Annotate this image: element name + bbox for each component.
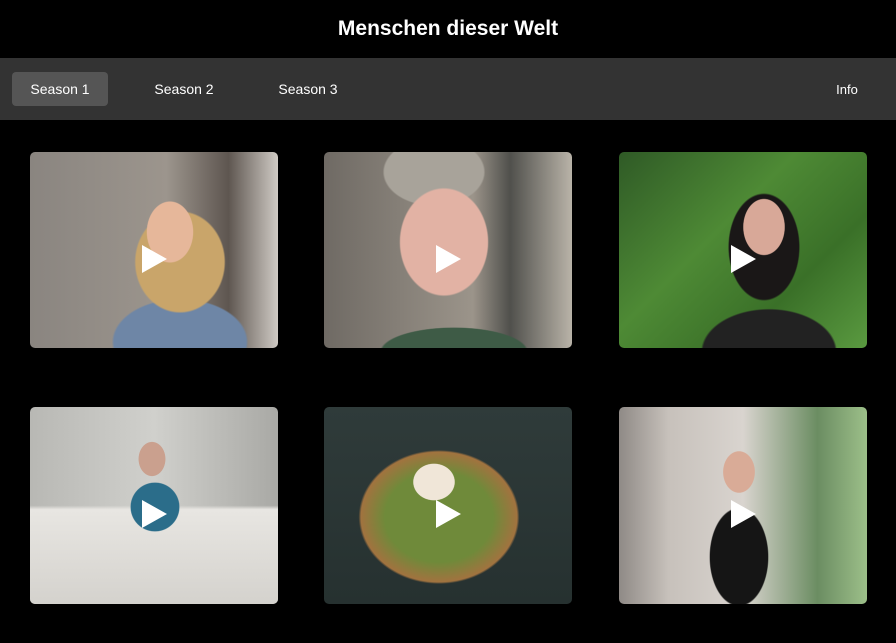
video-card[interactable] <box>30 407 278 604</box>
page-title: Menschen dieser Welt <box>337 17 559 40</box>
video-card[interactable] <box>30 152 278 348</box>
play-icon[interactable] <box>436 245 461 273</box>
play-icon[interactable] <box>731 500 756 528</box>
video-card[interactable] <box>619 407 867 604</box>
season-nav: Season 1 Season 2 Season 3 Info <box>0 58 896 120</box>
play-icon[interactable] <box>142 500 167 528</box>
page-header: Menschen dieser Welt <box>0 0 896 58</box>
video-card[interactable] <box>619 152 867 348</box>
tab-season-3[interactable]: Season 3 <box>264 72 352 106</box>
video-card[interactable] <box>324 407 572 604</box>
tab-season-1[interactable]: Season 1 <box>12 72 108 106</box>
info-link[interactable]: Info <box>822 72 872 106</box>
play-icon[interactable] <box>731 245 756 273</box>
play-icon[interactable] <box>436 500 461 528</box>
video-card[interactable] <box>324 152 572 348</box>
tab-season-2[interactable]: Season 2 <box>140 72 228 106</box>
play-icon[interactable] <box>142 245 167 273</box>
